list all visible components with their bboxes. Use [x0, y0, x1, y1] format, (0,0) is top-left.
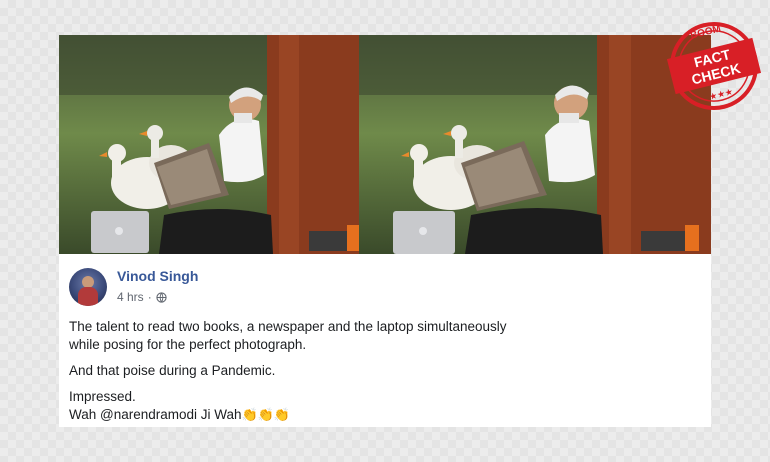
post-line-5: Wah @narendramodi Ji Wah	[69, 407, 242, 422]
fact-check-stamp-icon: BOOM FACT CHECK ★★★	[666, 22, 762, 110]
post-body: Vinod Singh 4 hrs · The talent to read t…	[59, 254, 711, 427]
post-paragraph-2: And that poise during a Pandemic.	[69, 362, 699, 380]
post-line-4: Impressed.	[69, 389, 136, 404]
photo-illustration	[359, 35, 711, 254]
photo-illustration	[59, 35, 359, 254]
author-avatar[interactable]	[69, 268, 107, 306]
post-paragraph-1: The talent to read two books, a newspape…	[69, 318, 699, 354]
post-meta: 4 hrs ·	[117, 290, 167, 304]
post-text: The talent to read two books, a newspape…	[69, 318, 699, 427]
clapping-hands-emoji: 👏👏👏	[241, 407, 291, 422]
author-name[interactable]: Vinod Singh	[117, 268, 198, 284]
post-line-3: And that poise during a Pandemic.	[69, 363, 276, 378]
post-line-2: while posing for the perfect photograph.	[69, 337, 307, 352]
post-photo-1[interactable]	[59, 35, 359, 254]
boom-fact-check-stamp: BOOM FACT CHECK ★★★	[664, 10, 764, 122]
post-photos	[59, 35, 711, 254]
avatar-body	[78, 287, 98, 306]
post-line-1: The talent to read two books, a newspape…	[69, 319, 507, 334]
meta-separator: ·	[147, 290, 152, 304]
post-paragraph-3: Impressed. Wah @narendramodi Ji Wah👏👏👏	[69, 388, 699, 424]
globe-icon[interactable]	[156, 291, 167, 303]
stamp-brand: BOOM	[689, 23, 722, 41]
facebook-post-card: Vinod Singh 4 hrs · The talent to read t…	[59, 35, 711, 427]
post-photo-2[interactable]	[359, 35, 711, 254]
post-timestamp[interactable]: 4 hrs	[117, 290, 144, 304]
